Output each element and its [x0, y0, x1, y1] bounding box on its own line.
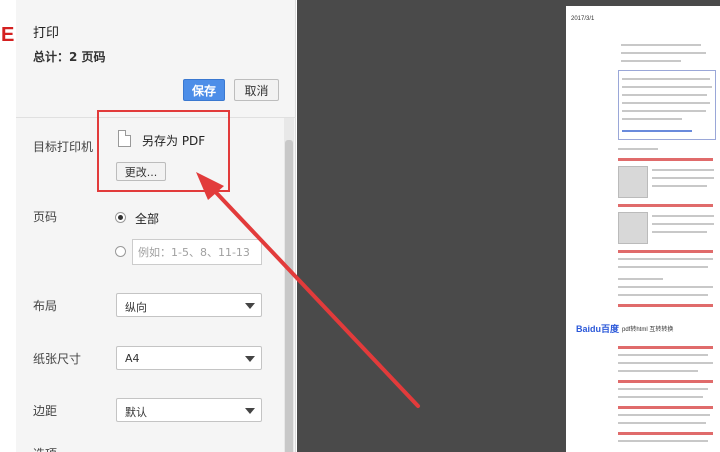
- preview-line: [618, 278, 663, 280]
- save-button[interactable]: 保存: [183, 79, 225, 101]
- preview-line: [618, 294, 708, 296]
- preview-link-line: [622, 130, 692, 132]
- settings-scrollbar[interactable]: [284, 118, 294, 452]
- cancel-button[interactable]: 取消: [234, 79, 279, 101]
- pages-all-radio[interactable]: [115, 212, 126, 223]
- preview-line: [622, 102, 710, 104]
- total-pages-text: 总计：2 页码: [33, 50, 106, 64]
- preview-line: [618, 370, 698, 372]
- preview-link-line: [618, 158, 713, 161]
- preview-line: [618, 354, 708, 356]
- preview-line: [652, 169, 714, 171]
- preview-line: [618, 266, 708, 268]
- preview-line: [652, 215, 714, 217]
- preview-line: [618, 414, 710, 416]
- dialog-title: 打印: [33, 26, 60, 41]
- preview-link-line: [618, 406, 713, 409]
- preview-line: [618, 258, 713, 260]
- preview-thumbnail: [618, 212, 648, 244]
- preview-page[interactable]: 2017/3/1 Baidu百度 pdf转html 互转转换: [566, 6, 720, 452]
- preview-line: [621, 52, 706, 54]
- layout-label: 布局: [33, 299, 58, 313]
- preview-line: [618, 388, 708, 390]
- preview-thumbnail: [618, 166, 648, 198]
- background-page-strip: E: [0, 0, 16, 452]
- preview-link-line: [618, 304, 713, 307]
- preview-line: [618, 440, 708, 442]
- preview-line: [652, 177, 714, 179]
- preview-line: [618, 422, 706, 424]
- pages-range-input[interactable]: [132, 239, 262, 265]
- preview-line: [622, 86, 712, 88]
- preview-line: [621, 44, 701, 46]
- dialog-header: 打印 总计：2 页码 保存 取消: [16, 0, 296, 118]
- preview-link-line: [618, 250, 713, 253]
- preview-line: [622, 118, 682, 120]
- pages-custom-radio[interactable]: [115, 246, 126, 257]
- chevron-down-icon: [245, 408, 255, 414]
- margins-select[interactable]: 默认: [116, 398, 262, 422]
- preview-line: [618, 362, 713, 364]
- preview-line: [652, 231, 707, 233]
- destination-label: 目标打印机: [33, 140, 94, 154]
- annotation-highlight-box: [97, 110, 230, 192]
- preview-link-line: [618, 380, 713, 383]
- preview-line: [652, 185, 707, 187]
- preview-line: [618, 148, 658, 150]
- paper-size-select[interactable]: A4: [116, 346, 262, 370]
- preview-line: [622, 110, 706, 112]
- pages-label: 页码: [33, 210, 58, 224]
- background-logo: E: [1, 24, 15, 46]
- preview-line: [652, 223, 714, 225]
- preview-link-line: [618, 346, 713, 349]
- paper-size-label: 纸张尺寸: [33, 352, 82, 366]
- layout-select[interactable]: 纵向: [116, 293, 262, 317]
- preview-brand-logo: Baidu百度: [576, 324, 620, 334]
- preview-line: [621, 60, 681, 62]
- scrollbar-thumb[interactable]: [285, 140, 293, 452]
- preview-link-line: [618, 432, 713, 435]
- margins-value: 默认: [125, 406, 147, 419]
- print-dialog: 打印 总计：2 页码 保存 取消 目标打印机 另存为 PDF 更改... 页码 …: [16, 0, 296, 452]
- preview-header-text: 2017/3/1: [571, 16, 595, 22]
- preview-link-line: [618, 204, 713, 207]
- chevron-down-icon: [245, 303, 255, 309]
- paper-size-value: A4: [125, 352, 140, 365]
- options-label: 选项: [33, 445, 57, 452]
- preview-line: [618, 396, 703, 398]
- pages-all-label: 全部: [135, 212, 160, 226]
- preview-line: [622, 78, 710, 80]
- chevron-down-icon: [245, 356, 255, 362]
- preview-line: [618, 286, 713, 288]
- layout-value: 纵向: [125, 301, 147, 314]
- preview-line: [622, 94, 707, 96]
- preview-search-term: pdf转html 互转转换: [622, 327, 674, 333]
- margins-label: 边距: [33, 404, 58, 418]
